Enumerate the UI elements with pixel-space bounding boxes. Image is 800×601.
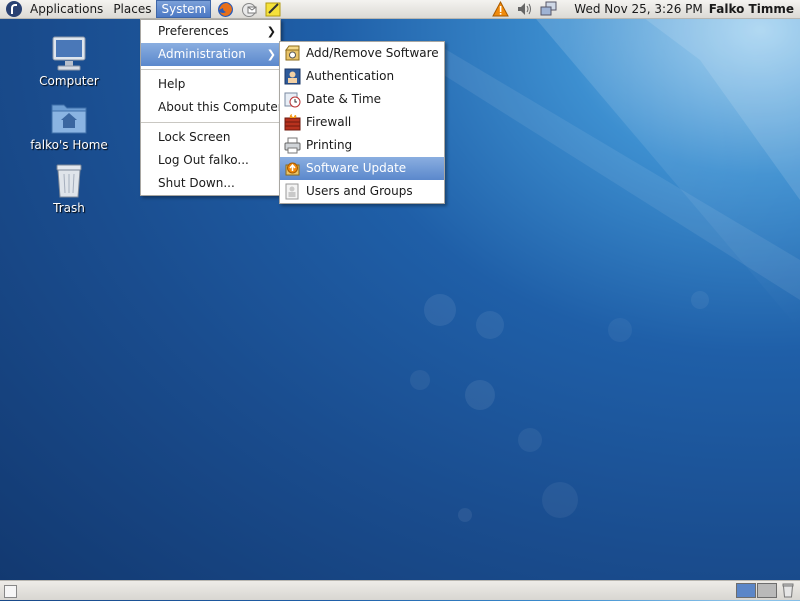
computer-icon	[49, 36, 89, 72]
menu-item-label: Date & Time	[306, 92, 382, 106]
administration-submenu: Add/Remove Software Authentication Date …	[279, 41, 445, 204]
menu-item-log-out[interactable]: Log Out falko...	[141, 149, 280, 172]
package-icon	[284, 45, 301, 62]
clock-icon	[284, 91, 301, 108]
menu-item-about[interactable]: About this Computer	[141, 96, 283, 119]
firewall-icon	[284, 114, 301, 131]
system-menu-dropdown: Preferences ❯ Administration ❯ Help Abou…	[140, 19, 283, 196]
trash-applet-icon[interactable]	[780, 583, 796, 598]
applications-menu[interactable]: Applications	[25, 0, 108, 18]
bottom-panel	[0, 580, 800, 600]
menu-item-label: Help	[158, 77, 186, 91]
volume-icon[interactable]	[514, 1, 534, 18]
menu-item-help[interactable]: Help	[141, 73, 280, 96]
software-update-icon	[284, 160, 301, 177]
chevron-right-icon: ❯	[266, 25, 276, 38]
desktop-icon-trash[interactable]: Trash	[29, 163, 109, 215]
menu-item-shut-down[interactable]: Shut Down...	[141, 172, 280, 195]
menu-item-date-time[interactable]: Date & Time	[280, 88, 444, 111]
menu-item-label: Add/Remove Software	[306, 46, 439, 60]
menu-item-label: About this Computer	[158, 100, 283, 114]
menu-item-label: Software Update	[306, 161, 407, 175]
menu-item-label: Firewall	[306, 115, 352, 129]
chevron-right-icon: ❯	[266, 48, 276, 61]
menu-separator	[141, 69, 280, 70]
firefox-icon[interactable]	[215, 1, 235, 18]
menu-item-add-remove-software[interactable]: Add/Remove Software	[280, 42, 444, 65]
users-icon	[284, 183, 301, 200]
desktop-icon-label: Computer	[39, 74, 99, 88]
show-desktop-button[interactable]	[4, 585, 17, 598]
menu-item-printing[interactable]: Printing	[280, 134, 444, 157]
menu-item-authentication[interactable]: Authentication	[280, 65, 444, 88]
menu-item-label: Log Out falko...	[158, 153, 249, 167]
desktop-icon-computer[interactable]: Computer	[29, 36, 109, 88]
menu-item-label: Administration	[158, 47, 246, 61]
menu-item-label: Printing	[306, 138, 353, 152]
menu-item-users-and-groups[interactable]: Users and Groups	[280, 180, 444, 203]
notes-icon[interactable]	[263, 1, 283, 18]
menu-item-firewall[interactable]: Firewall	[280, 111, 444, 134]
menu-item-preferences[interactable]: Preferences ❯	[141, 20, 280, 43]
desktop-icon-home[interactable]: falko's Home	[29, 100, 109, 152]
workspace-2[interactable]	[757, 583, 777, 598]
menu-item-label: Lock Screen	[158, 130, 231, 144]
desktop-icon-label: falko's Home	[30, 138, 108, 152]
menu-item-lock-screen[interactable]: Lock Screen	[141, 126, 280, 149]
workspace-1[interactable]	[736, 583, 756, 598]
trash-icon	[49, 163, 89, 199]
menu-item-label: Shut Down...	[158, 176, 235, 190]
menu-item-label: Authentication	[306, 69, 395, 83]
system-menu[interactable]: System	[156, 0, 212, 18]
user-menu[interactable]: Falko Timme	[709, 2, 794, 16]
evolution-icon[interactable]	[239, 1, 259, 18]
menu-item-label: Users and Groups	[306, 184, 413, 198]
home-folder-icon	[49, 100, 89, 136]
clock[interactable]: Wed Nov 25, 3:26 PM	[574, 2, 702, 16]
desktop-icon-label: Trash	[53, 201, 85, 215]
menu-separator	[141, 122, 280, 123]
printer-icon	[284, 137, 301, 154]
warning-icon[interactable]	[490, 1, 510, 18]
menu-item-label: Preferences	[158, 24, 229, 38]
menu-item-software-update[interactable]: Software Update	[280, 157, 444, 180]
top-panel: Applications Places System Wed Nov 25, 3…	[0, 0, 800, 19]
places-menu[interactable]: Places	[108, 0, 156, 18]
authentication-icon	[284, 68, 301, 85]
fedora-logo-icon[interactable]	[6, 1, 22, 17]
network-icon[interactable]	[538, 1, 558, 18]
menu-item-administration[interactable]: Administration ❯	[141, 43, 280, 66]
